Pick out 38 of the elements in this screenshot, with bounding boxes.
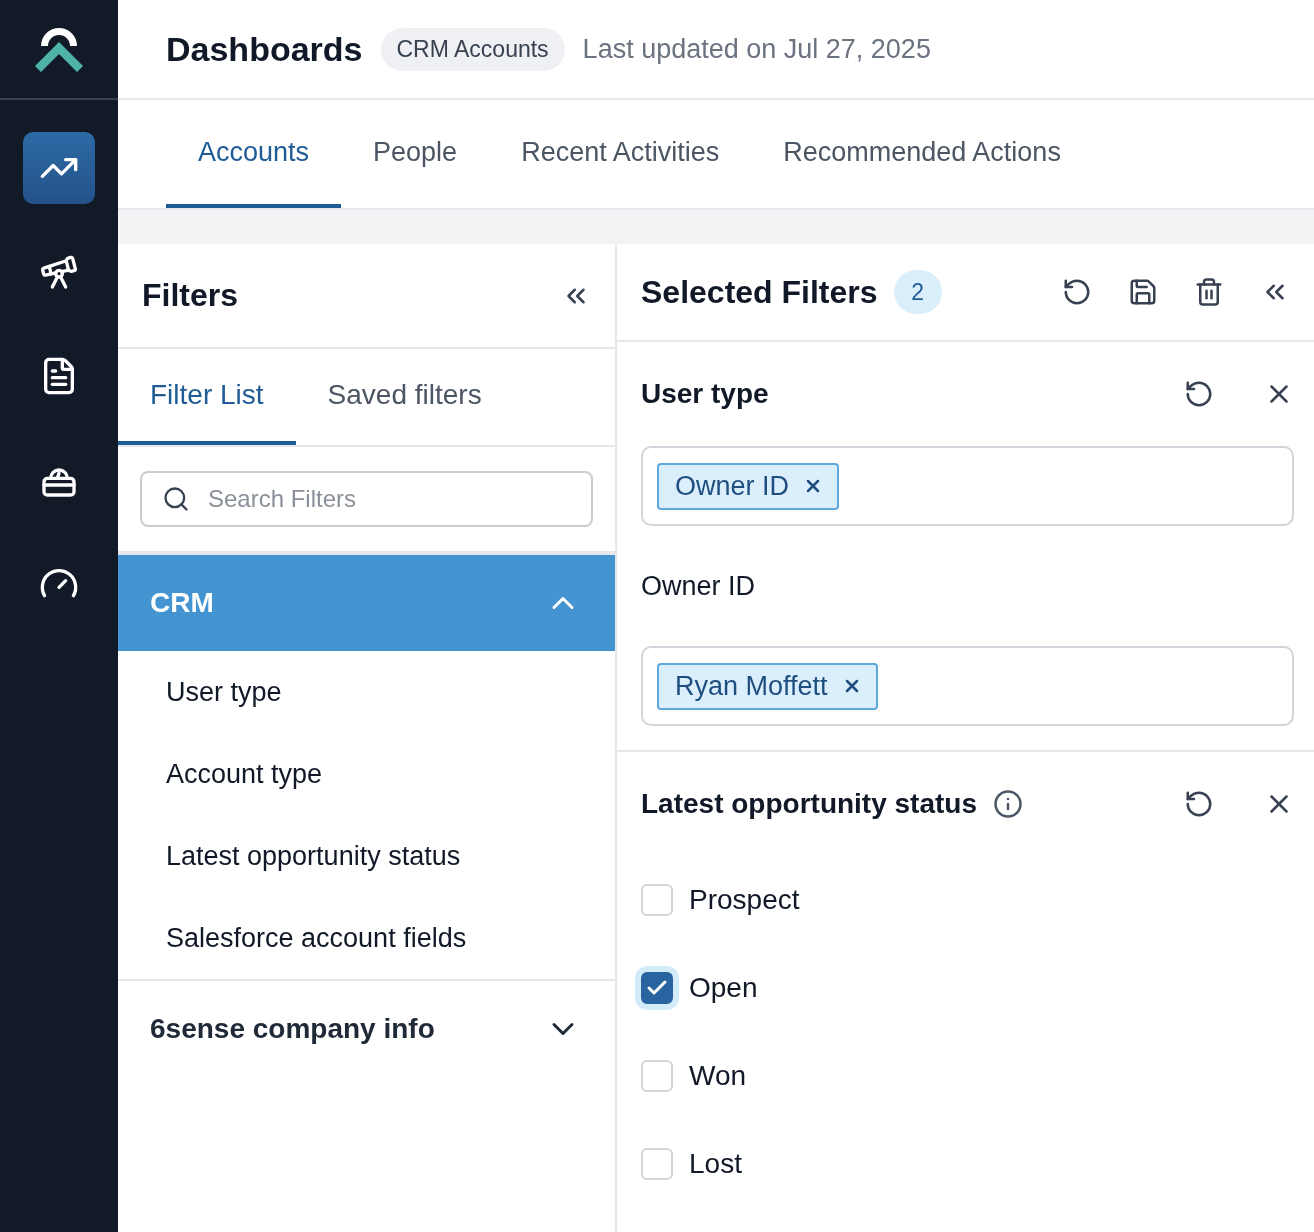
option-label: Lost xyxy=(689,1148,742,1180)
reset-icon[interactable] xyxy=(1184,379,1214,409)
search-field[interactable]: Search Filters xyxy=(140,471,593,527)
save-icon[interactable] xyxy=(1128,277,1158,307)
section-title: User type xyxy=(641,378,769,410)
trash-icon[interactable] xyxy=(1194,277,1224,307)
filter-item[interactable]: User type xyxy=(118,651,615,733)
filter-item[interactable]: Account type xyxy=(118,733,615,815)
option-label: Prospect xyxy=(689,884,800,916)
dashboard-badge: CRM Accounts xyxy=(380,27,565,71)
tag-label: Owner ID xyxy=(675,470,790,502)
search-input[interactable]: Search Filters xyxy=(206,484,571,514)
reset-icon[interactable] xyxy=(1184,789,1214,819)
trending-up-icon[interactable] xyxy=(23,132,95,204)
filter-group-label: 6sense company info xyxy=(150,1013,435,1045)
reset-icon[interactable] xyxy=(1062,277,1092,307)
tag-label: Ryan Moffett xyxy=(675,670,828,702)
filter-item[interactable]: Latest opportunity status xyxy=(118,815,615,897)
page-title: Dashboards xyxy=(166,29,363,69)
filter-item[interactable]: Salesforce account fields xyxy=(118,897,615,979)
count-badge: 2 xyxy=(893,270,942,314)
info-icon[interactable] xyxy=(993,789,1023,819)
field-label: Owner ID xyxy=(641,569,757,603)
tab[interactable]: Recommended Actions xyxy=(751,100,1093,208)
filter-group-label: CRM xyxy=(150,587,214,619)
search-icon xyxy=(162,485,190,513)
selected-filters-title: Selected Filters xyxy=(641,273,878,311)
filter-tab[interactable]: Saved filters xyxy=(295,349,514,445)
filter-tab[interactable]: Filter List xyxy=(118,349,296,445)
tab[interactable]: Recent Activities xyxy=(489,100,752,208)
last-updated-text: Last updated on Jul 27, 2025 xyxy=(582,33,931,65)
section-title: Latest opportunity status xyxy=(641,788,977,820)
tab[interactable]: People xyxy=(341,100,490,208)
filters-title: Filters xyxy=(142,277,239,314)
option-label: Won xyxy=(689,1060,747,1092)
tag-input-field[interactable]: Ryan Moffett xyxy=(641,646,1294,726)
option-label: Open xyxy=(689,972,758,1004)
tag-input-field[interactable]: Owner ID xyxy=(641,446,1294,526)
